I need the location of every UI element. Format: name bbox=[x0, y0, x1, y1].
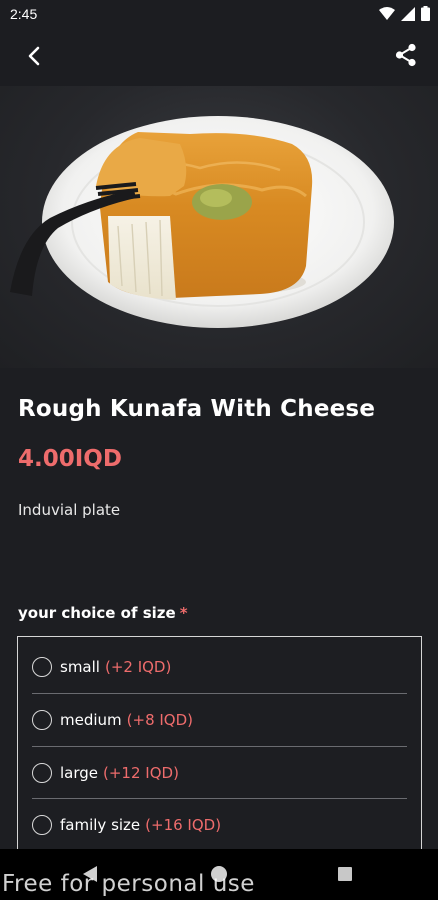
radio-button[interactable] bbox=[32, 763, 52, 783]
option-name: medium bbox=[60, 711, 122, 729]
size-label-text: your choice of size bbox=[18, 604, 176, 622]
size-option-family[interactable]: family size (+16 IQD) bbox=[32, 799, 407, 851]
share-icon bbox=[395, 43, 417, 71]
back-button[interactable] bbox=[18, 42, 50, 74]
app-bar bbox=[0, 28, 438, 86]
share-button[interactable] bbox=[390, 41, 422, 73]
size-option-large[interactable]: large (+12 IQD) bbox=[32, 747, 407, 799]
status-icons bbox=[379, 6, 430, 25]
radio-button[interactable] bbox=[32, 657, 52, 677]
product-description: Induvial plate bbox=[18, 501, 121, 519]
option-price: (+8 IQD) bbox=[126, 711, 194, 729]
option-price: (+16 IQD) bbox=[145, 816, 222, 834]
required-marker: * bbox=[179, 604, 188, 622]
size-section-label: your choice of size * bbox=[18, 604, 188, 622]
size-option-small[interactable]: small (+2 IQD) bbox=[32, 641, 407, 693]
size-option-medium[interactable]: medium (+8 IQD) bbox=[32, 694, 407, 746]
option-price: (+12 IQD) bbox=[103, 764, 179, 782]
radio-button[interactable] bbox=[32, 710, 52, 730]
watermark: Free for personal use bbox=[2, 871, 255, 897]
battery-icon bbox=[421, 6, 430, 25]
option-name: family size bbox=[60, 816, 141, 834]
product-price: 4.00IQD bbox=[18, 446, 122, 472]
arrow-back-icon bbox=[27, 46, 41, 70]
status-bar: 2:45 bbox=[0, 0, 438, 28]
option-price: (+2 IQD) bbox=[104, 658, 172, 676]
product-image bbox=[0, 86, 438, 368]
size-options-group: small (+2 IQD) medium (+8 IQD) large (+1… bbox=[17, 636, 422, 862]
radio-button[interactable] bbox=[32, 815, 52, 835]
nav-recents-button[interactable] bbox=[338, 867, 352, 881]
signal-icon bbox=[401, 6, 415, 25]
status-time: 2:45 bbox=[10, 6, 38, 22]
product-title: Rough Kunafa With Cheese bbox=[18, 396, 376, 422]
option-name: small bbox=[60, 658, 100, 676]
wifi-icon bbox=[379, 6, 395, 25]
option-name: large bbox=[60, 764, 99, 782]
